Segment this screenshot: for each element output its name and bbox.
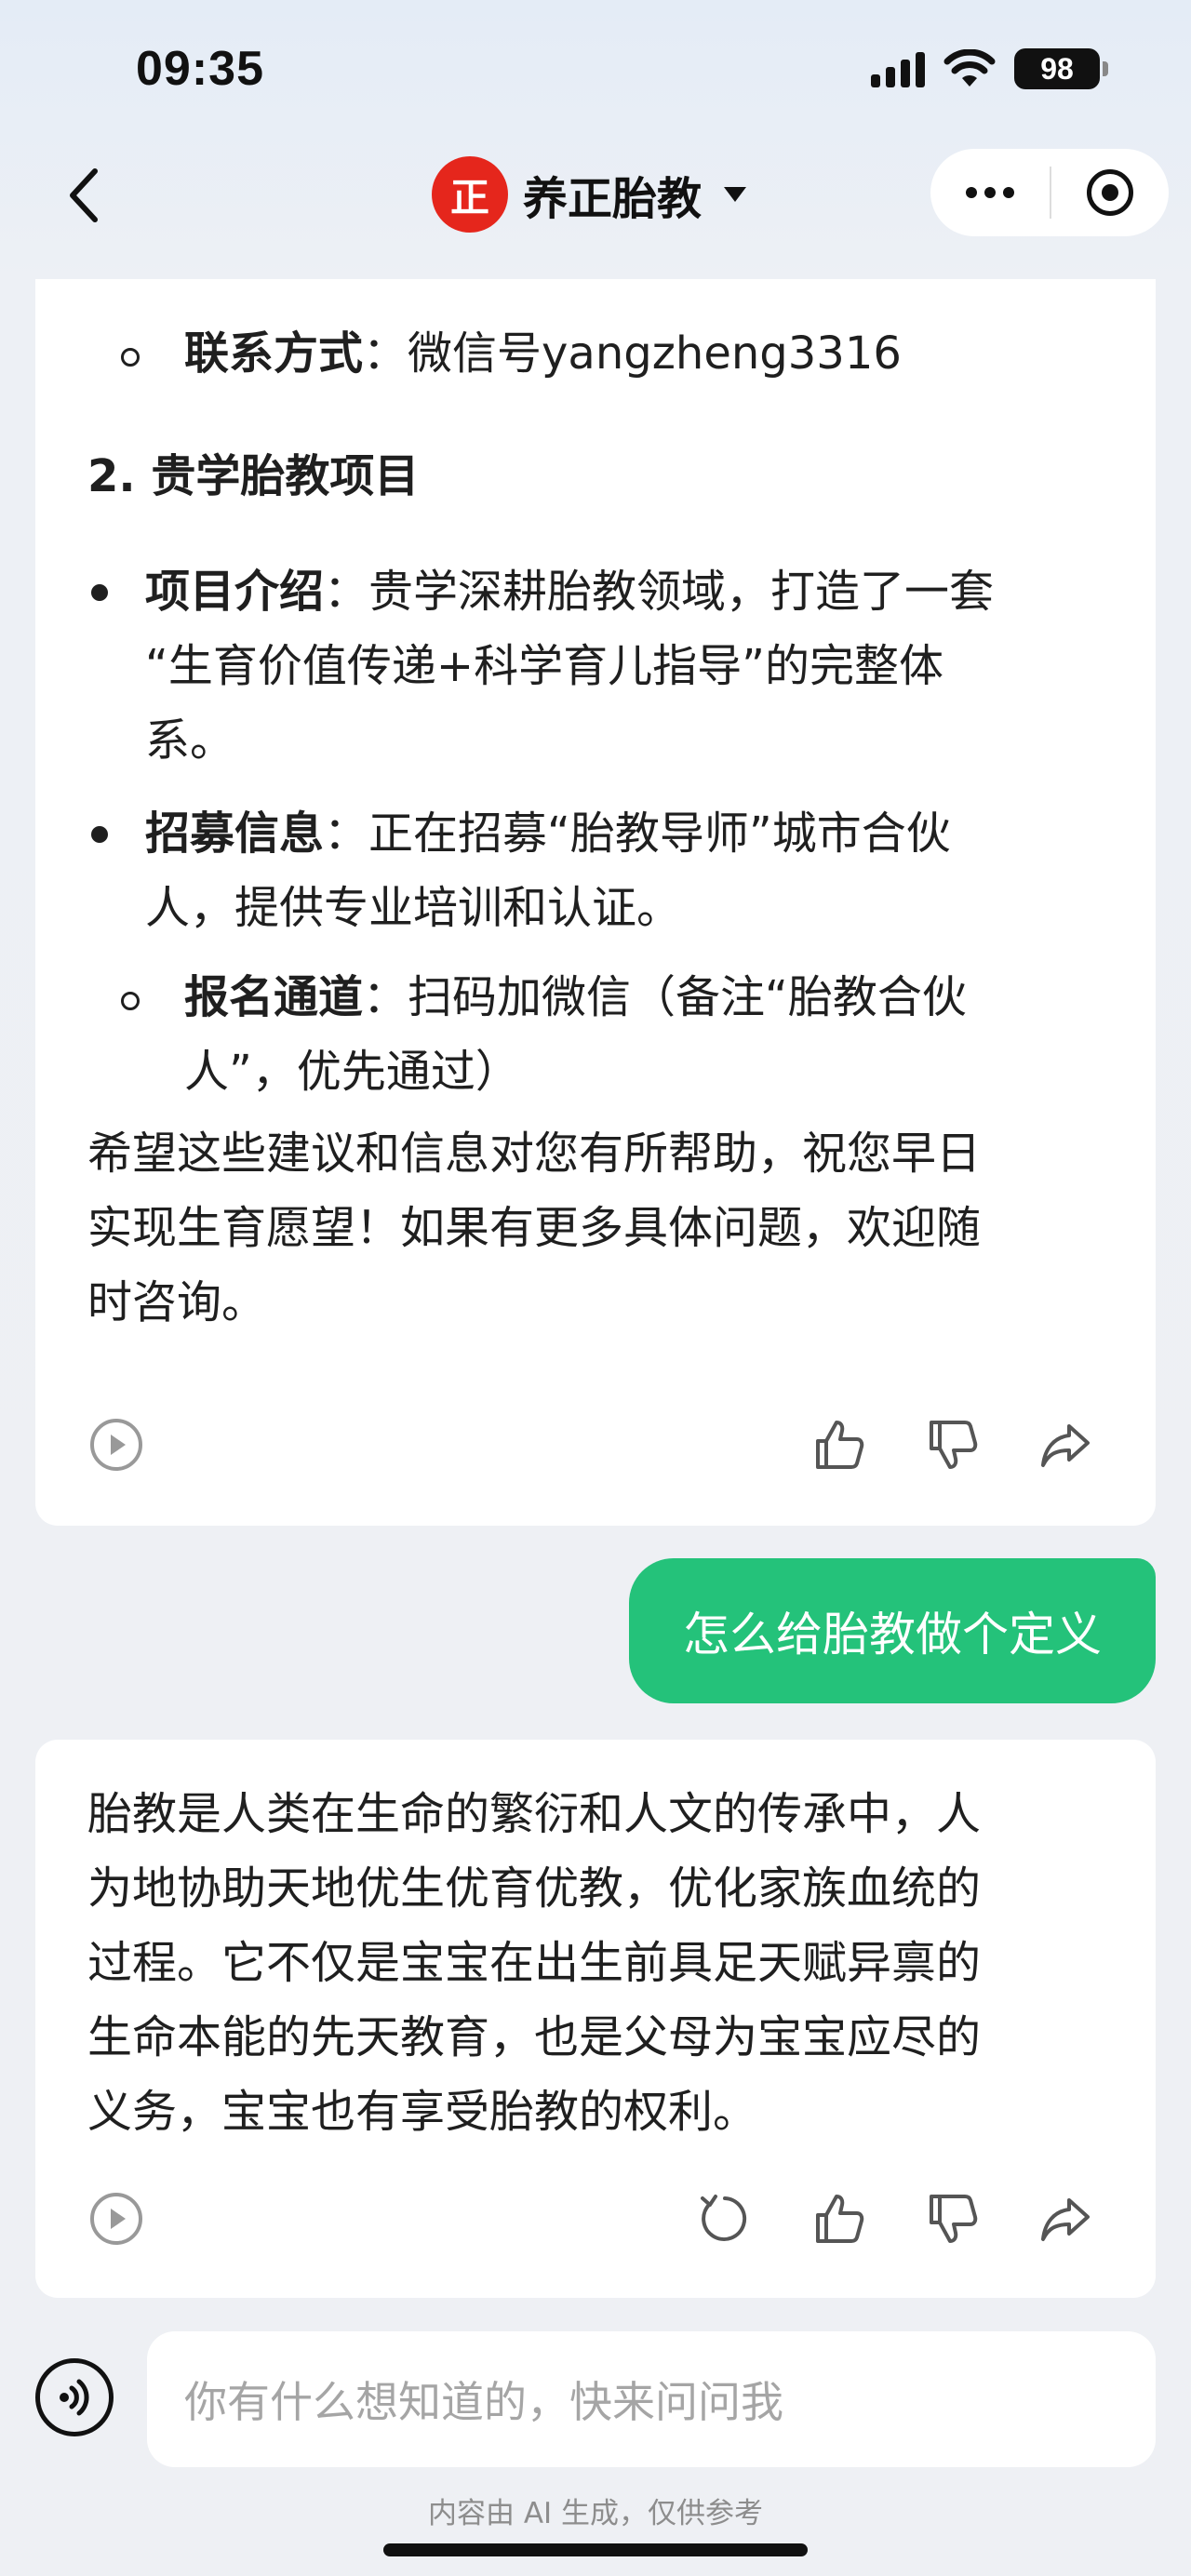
- bot-message-card: 胎教是人类在生命的繁衍和人文的传承中，人 为地协助天地优生优育优教，优化家族血统…: [35, 1740, 1156, 2298]
- capsule-menu: [930, 149, 1169, 236]
- regenerate-button[interactable]: [692, 2186, 757, 2251]
- thumbs-down-icon: [930, 2195, 978, 2243]
- status-time: 09:35: [136, 42, 264, 96]
- bullet-item: 项目介绍：贵学深耕胎教领域，打造了一套 “生育价值传递+科学育儿指导”的完整体 …: [91, 554, 994, 778]
- dot-bullet: [91, 826, 108, 843]
- share-button[interactable]: [1033, 1412, 1098, 1477]
- closing-paragraph: 希望这些建议和信息对您有所帮助，祝您早日 实现生育愿望！如果有更多具体问题，欢迎…: [87, 1128, 982, 1328]
- brand-logo: 正: [432, 156, 508, 233]
- play-audio-button[interactable]: [84, 2186, 149, 2251]
- nav-title-text: 养正胎教: [523, 173, 703, 225]
- chat-page: 09:35 98 正 养正胎教 联系方式 ：微信号yangzheng3316 2…: [0, 0, 1191, 2576]
- mini-program-title[interactable]: 正 养正胎教: [432, 156, 747, 233]
- back-button[interactable]: [47, 158, 121, 233]
- voice-input-button[interactable]: [35, 2358, 114, 2436]
- like-button[interactable]: [806, 1412, 871, 1477]
- thumbs-down-icon: [930, 1421, 978, 1469]
- close-button[interactable]: [1051, 149, 1169, 236]
- home-indicator: [383, 2543, 808, 2556]
- section-heading: 2. 贵学胎教项目: [87, 450, 420, 502]
- voice-icon: [60, 2379, 89, 2416]
- wifi-icon: [943, 49, 996, 87]
- share-icon: [1041, 1424, 1090, 1467]
- input-bar: 你有什么想知道的，快来问问我 内容由 AI 生成，仅供参考: [0, 2326, 1191, 2576]
- nav-bar: 正 养正胎教: [0, 140, 1191, 279]
- user-message-bubble[interactable]: 怎么给胎教做个定义: [629, 1558, 1156, 1703]
- battery-icon: 98: [1014, 48, 1108, 89]
- signal-icon: [871, 50, 925, 87]
- thumbs-up-icon: [816, 2195, 864, 2243]
- dot-bullet: [91, 584, 108, 601]
- play-circle-icon: [90, 2193, 142, 2245]
- share-button[interactable]: [1033, 2186, 1098, 2251]
- play-circle-icon: [90, 1419, 142, 1471]
- sub-bullet-item: 联系方式 ：微信号yangzheng3316: [121, 316, 902, 391]
- dislike-button[interactable]: [919, 1412, 984, 1477]
- message-actions: [35, 2186, 1156, 2261]
- dislike-button[interactable]: [919, 2186, 984, 2251]
- like-button[interactable]: [806, 2186, 871, 2251]
- share-icon: [1041, 2198, 1090, 2241]
- play-audio-button[interactable]: [84, 1412, 149, 1477]
- chat-scroll-area[interactable]: 联系方式 ：微信号yangzheng3316 2. 贵学胎教项目 项目介绍：贵学深…: [0, 279, 1191, 2326]
- more-button[interactable]: [930, 149, 1050, 236]
- message-actions: [35, 1412, 1156, 1487]
- ai-disclaimer: 内容由 AI 生成，仅供参考: [427, 2497, 764, 2530]
- status-bar: 09:35 98: [0, 0, 1191, 140]
- thumbs-up-icon: [816, 1421, 864, 1469]
- bot-message-card: 联系方式 ：微信号yangzheng3316 2. 贵学胎教项目 项目介绍：贵学深…: [35, 279, 1156, 1526]
- answer-paragraph: 胎教是人类在生命的繁衍和人文的传承中，人 为地协助天地优生优育优教，优化家族血统…: [87, 1788, 982, 2138]
- message-input[interactable]: 你有什么想知道的，快来问问我: [147, 2331, 1156, 2467]
- caret-down-icon: [724, 187, 747, 202]
- sub-bullet-item: 报名通道：扫码加微信（备注“胎教合伙 人”，优先通过）: [121, 960, 967, 1109]
- ring-bullet: [121, 348, 140, 367]
- target-close-icon: [1087, 169, 1133, 216]
- ring-bullet: [121, 992, 140, 1010]
- chevron-left-icon: [70, 168, 98, 222]
- refresh-icon: [701, 2195, 747, 2241]
- bullet-item: 招募信息：正在招募“胎教导师”城市合伙 人，提供专业培训和认证。: [91, 796, 951, 945]
- status-icons: 98: [871, 48, 1108, 89]
